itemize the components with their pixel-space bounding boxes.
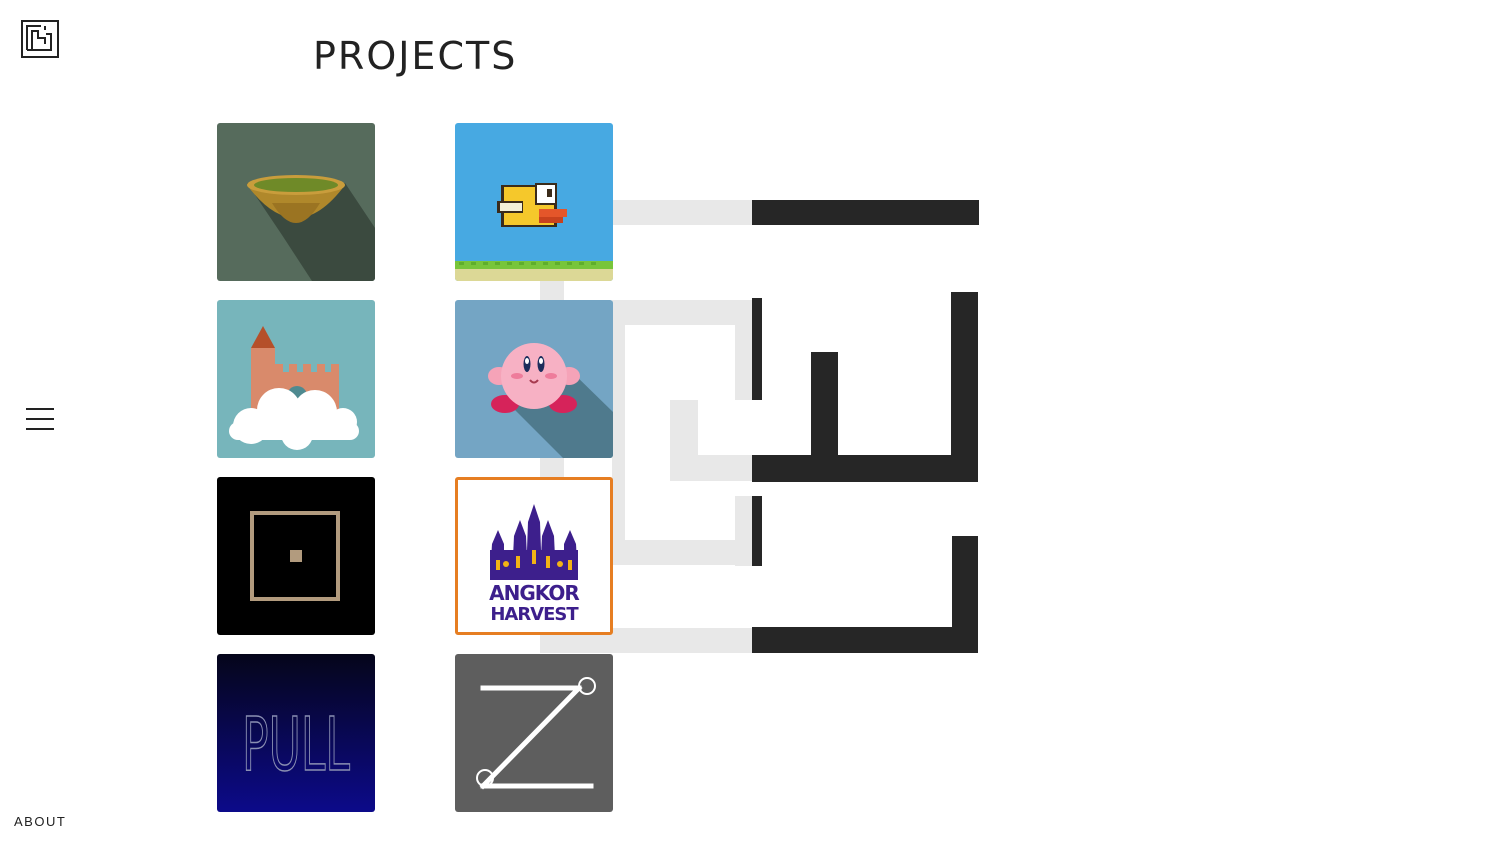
project-tile-castle[interactable] — [217, 300, 375, 458]
project-tile-square[interactable] — [217, 477, 375, 635]
angkor-harvest-logo: ANGKOR HARVEST — [489, 504, 580, 625]
hamburger-menu-button[interactable] — [26, 408, 54, 432]
square-frame-icon — [217, 477, 375, 635]
project-tile-matcha[interactable] — [217, 123, 375, 281]
kirby-icon — [455, 300, 613, 458]
site-logo[interactable] — [21, 20, 59, 58]
page-title: PROJECTS — [313, 34, 518, 78]
project-tile-pull[interactable]: PULL — [217, 654, 375, 812]
logo-line-1: ANGKOR — [489, 581, 579, 605]
project-tile-angkor-harvest[interactable]: ANGKOR HARVEST — [455, 477, 613, 635]
menu-line — [26, 408, 54, 410]
about-link[interactable]: ABOUT — [14, 814, 66, 829]
project-tile-kirby[interactable] — [455, 300, 613, 458]
matcha-bowl-icon — [217, 123, 375, 281]
logo-line-2: HARVEST — [490, 604, 579, 625]
menu-line — [26, 418, 54, 420]
castle-icon — [217, 300, 375, 458]
project-tile-z[interactable] — [455, 654, 613, 812]
pull-label: PULL — [242, 702, 350, 788]
z-letter-icon — [455, 654, 613, 812]
flappy-bird-icon — [455, 123, 613, 281]
pull-icon: PULL — [217, 654, 375, 812]
menu-line — [26, 428, 54, 430]
project-tile-flappy[interactable] — [455, 123, 613, 281]
